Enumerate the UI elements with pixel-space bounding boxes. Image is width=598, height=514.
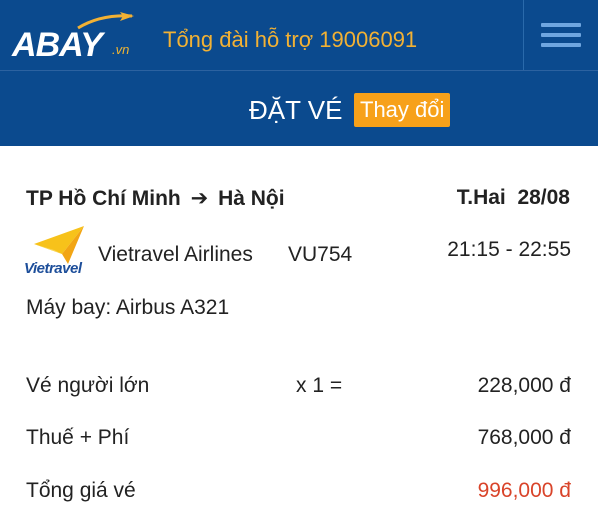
booking-header: ĐẶT VÉ Thay đổi [0, 70, 598, 146]
airline-logo: Vietravel [24, 224, 94, 280]
origin-city: TP Hồ Chí Minh [26, 187, 181, 210]
arrow-right-icon: ➔ [190, 187, 209, 210]
route: TP Hồ Chí Minh ➔ Hà Nội [26, 186, 285, 211]
flight-time: 21:15 - 22:55 [447, 238, 571, 261]
airline-name: Vietravel Airlines [98, 243, 253, 266]
adult-fare-row: Vé người lớn x 1 = 228,000 đ [26, 374, 571, 402]
flight-date: T.Hai 28/08 [457, 186, 570, 210]
abay-logo[interactable]: ABAY .vn [12, 10, 140, 64]
flight-summary: TP Hồ Chí Minh ➔ Hà Nội T.Hai 28/08 Viet… [0, 146, 598, 514]
flight-date-value: 28/08 [517, 186, 570, 209]
top-header: ABAY .vn Tổng đài hỗ trợ 19006091 [0, 0, 598, 70]
hotline-text[interactable]: Tổng đài hỗ trợ 19006091 [163, 27, 417, 53]
adult-fare-label: Vé người lớn [26, 374, 150, 397]
change-button[interactable]: Thay đổi [354, 93, 451, 127]
logo-wordmark: ABAY [12, 26, 103, 64]
total-label: Tổng giá vé [26, 479, 136, 502]
tax-fee-label: Thuế + Phí [26, 426, 130, 449]
flight-number: VU754 [288, 243, 353, 266]
adult-fare-amount: 228,000 đ [477, 374, 571, 397]
aircraft-type: Máy bay: Airbus A321 [26, 296, 230, 319]
hamburger-menu-icon[interactable] [523, 0, 598, 70]
logo-tld: .vn [112, 42, 130, 57]
total-amount: 996,000 đ [477, 479, 571, 502]
total-row: Tổng giá vé 996,000 đ [26, 479, 571, 507]
destination-city: Hà Nội [218, 187, 285, 210]
flight-day: T.Hai [456, 186, 506, 209]
page-title: ĐẶT VÉ [249, 95, 343, 125]
tax-fee-amount: 768,000 đ [477, 426, 571, 449]
adult-fare-quantity: x 1 = [296, 374, 343, 397]
airline-logo-text: Vietravel [24, 260, 82, 277]
tax-fee-row: Thuế + Phí 768,000 đ [26, 426, 571, 454]
